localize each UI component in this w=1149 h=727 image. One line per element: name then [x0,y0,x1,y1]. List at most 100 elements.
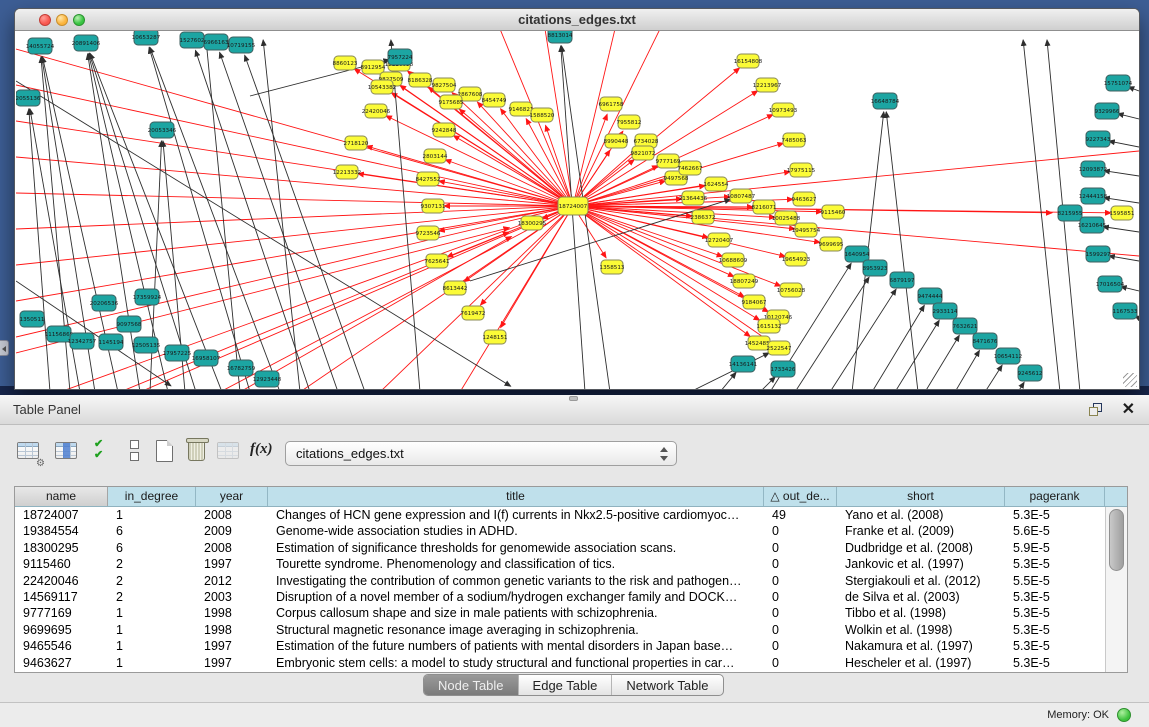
scrollbar-thumb[interactable] [1109,509,1124,571]
graph-node[interactable]: 1624554 [704,177,729,191]
graph-node[interactable]: 9329966 [1095,103,1120,119]
graph-node[interactable]: 9821072 [631,146,656,160]
graph-node[interactable]: 7625641 [425,254,450,268]
red-edge[interactable] [220,206,573,389]
graph-node[interactable]: 10756028 [777,283,806,297]
graph-node[interactable]: 16782759 [227,360,256,376]
tab-network-table[interactable]: Network Table [612,675,722,695]
table-row[interactable]: 1938455462009Genome-wide association stu… [15,523,1105,539]
black-edge[interactable] [1109,141,1139,147]
function-builder-button[interactable]: f(x) [248,437,278,467]
graph-node[interactable]: 15751074 [1104,75,1133,91]
table-select-dropdown[interactable]: citations_edges.txt [285,441,677,466]
graph-node[interactable]: 12720407 [705,233,734,247]
graph-node[interactable]: 16648784 [871,93,900,109]
table-row[interactable]: 977716911998Corpus callosum shape and si… [15,605,1105,621]
graph-node[interactable]: 1350511 [20,311,45,327]
graph-node[interactable]: 19654923 [782,252,811,266]
red-edge[interactable] [573,31,615,206]
window-titlebar[interactable]: citations_edges.txt [15,9,1139,31]
graph-node[interactable]: 8471676 [973,333,998,349]
graph-node[interactable]: 17359924 [133,289,162,305]
table-row[interactable]: 946362711997Embryonic stem cells: a mode… [15,655,1105,671]
graph-node[interactable]: 2933114 [933,303,958,319]
column-header-short[interactable]: short [837,487,1005,506]
red-edge[interactable] [453,136,573,206]
graph-node[interactable]: 12093872 [1079,161,1107,177]
red-edge[interactable] [573,31,660,206]
table-row[interactable]: 1872400712008Changes of HCN gene express… [15,507,1105,523]
graph-node[interactable]: 16958107 [192,350,221,366]
red-edge[interactable] [120,232,509,389]
graph-node[interactable]: 12213332 [333,165,361,179]
column-header-name[interactable]: name [15,487,108,506]
close-panel-icon[interactable]: ✕ [1122,399,1135,419]
table-row[interactable]: 1830029562008Estimation of significance … [15,540,1105,556]
unselect-all-button[interactable] [120,437,150,467]
resize-grip[interactable] [1123,373,1137,387]
graph-node[interactable]: 1527602 [180,32,205,48]
graph-node[interactable]: 14136141 [729,356,758,372]
graph-node[interactable]: 1599297 [1086,246,1111,262]
tab-edge-table[interactable]: Edge Table [519,675,613,695]
table-row[interactable]: 911546021997Tourette syndrome. Phenomeno… [15,556,1105,572]
graph-node[interactable]: 1733426 [771,361,796,377]
show-columns-button[interactable] [52,437,82,467]
table-row[interactable]: 1456911722003Disruption of a novel membe… [15,589,1105,605]
graph-node[interactable]: 10025488 [772,211,801,225]
graph-node[interactable]: 1615132 [757,319,782,333]
graph-node[interactable]: 8613442 [443,281,468,295]
black-edge[interactable] [830,289,896,389]
table-row[interactable]: 946554611997Estimation of the future num… [15,638,1105,654]
graph-node[interactable]: 14055724 [26,38,55,54]
graph-node[interactable]: 10719155 [227,37,256,53]
graph-node[interactable]: 20891406 [72,35,101,51]
graph-node[interactable]: 2055136 [16,90,41,106]
red-edge[interactable] [460,206,573,389]
black-edge[interactable] [1104,198,1139,203]
column-header-out_de[interactable]: △ out_de... [764,487,837,506]
graph-node[interactable]: 8427552 [416,172,441,186]
table-row[interactable]: 2242004622012Investigating the contribut… [15,573,1105,589]
graph-node[interactable]: 6879197 [890,272,915,288]
graph-node[interactable]: 22420046 [362,104,391,118]
create-column-button[interactable] [150,437,180,467]
delete-column-button[interactable] [182,437,212,467]
graph-node[interactable]: 18300295 [518,216,547,230]
graph-node[interactable]: 18807249 [730,274,759,288]
graph-node[interactable]: 18724007 [558,197,588,215]
graph-node[interactable]: 1167533 [1113,303,1138,319]
panel-drag-handle[interactable] [569,396,578,401]
graph-node[interactable]: 16154808 [734,54,763,68]
graph-node[interactable]: 8215955 [1058,205,1083,221]
graph-node[interactable]: 10688609 [719,253,748,267]
graph-node[interactable]: 8990448 [604,134,629,148]
graph-node[interactable]: 16210645 [1078,217,1107,233]
graph-node[interactable]: 12923448 [253,371,282,387]
graph-node[interactable]: 8186328 [408,73,433,87]
graph-node[interactable]: 9184067 [742,295,767,309]
graph-node[interactable]: 1595851 [1110,206,1135,220]
black-edge[interactable] [925,335,959,389]
tab-node-table[interactable]: Node Table [424,675,519,695]
black-edge[interactable] [955,350,979,389]
graph-node[interactable]: 9827504 [432,78,457,92]
table-row[interactable]: 969969511998Structural magnetic resonanc… [15,622,1105,638]
column-header-year[interactable]: year [196,487,268,506]
column-header-in_degree[interactable]: in_degree [108,487,196,506]
graph-node[interactable]: 2718120 [344,136,369,150]
vertical-scrollbar[interactable] [1105,507,1127,672]
black-edge[interactable] [1023,40,1060,389]
graph-node[interactable]: 2803144 [423,149,448,163]
graph-node[interactable]: 21364436 [679,191,708,205]
red-edge[interactable] [573,206,785,256]
graph-node[interactable]: 9097568 [117,316,142,332]
select-all-button[interactable]: ✔✔ [90,437,120,467]
black-edge[interactable] [561,46,585,389]
graph-node[interactable]: 8912954 [361,60,386,74]
graph-node[interactable]: 8953923 [863,260,888,276]
graph-node[interactable]: 17016504 [1096,276,1125,292]
black-edge[interactable] [1103,227,1139,232]
graph-node[interactable]: 9175685 [439,95,464,109]
graph-node[interactable]: 9115460 [821,205,846,219]
